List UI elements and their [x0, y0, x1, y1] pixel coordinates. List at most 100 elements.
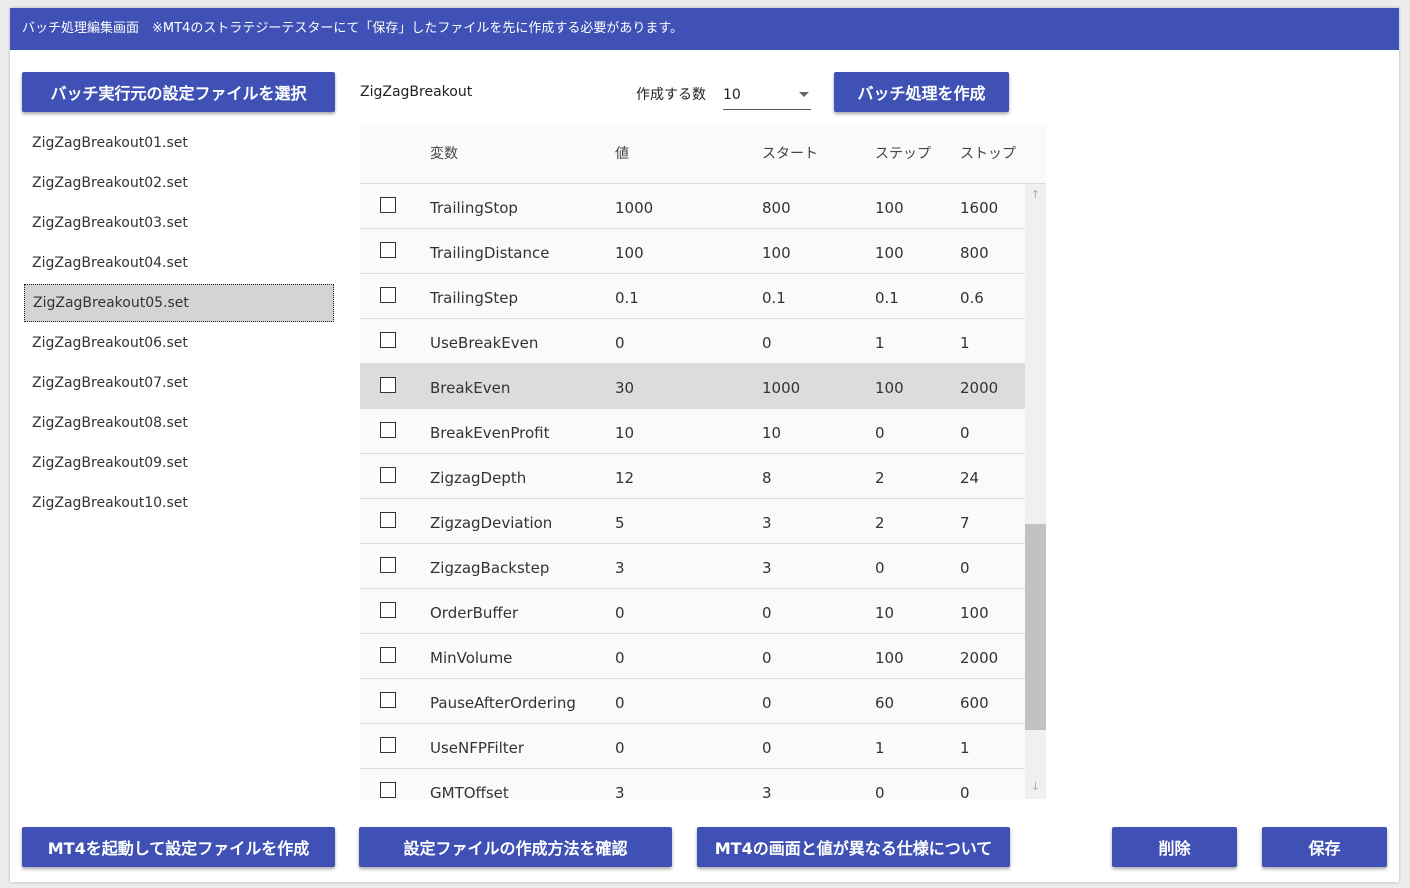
cell-value[interactable]: 12: [615, 454, 634, 502]
arrow-down-icon[interactable]: ↓: [1025, 778, 1046, 796]
cell-value[interactable]: 1000: [615, 184, 653, 232]
arrow-up-icon[interactable]: ↑: [1025, 186, 1046, 204]
cell-value[interactable]: 0: [615, 319, 625, 367]
cell-stop[interactable]: 0: [960, 769, 970, 799]
delete-button[interactable]: 削除: [1112, 827, 1237, 867]
cell-start[interactable]: 100: [762, 229, 791, 277]
cell-step[interactable]: 10: [875, 589, 894, 637]
file-list-item[interactable]: ZigZagBreakout07.set: [24, 364, 334, 402]
cell-step[interactable]: 100: [875, 634, 904, 682]
table-row[interactable]: ZigzagBackstep 3 3 0 0: [360, 544, 1025, 589]
row-checkbox[interactable]: [380, 332, 396, 348]
file-list-item[interactable]: ZigZagBreakout03.set: [24, 204, 334, 242]
spec-info-button[interactable]: MT4の画面と値が異なる仕様について: [697, 827, 1010, 867]
cell-value[interactable]: 30: [615, 364, 634, 412]
cell-start[interactable]: 3: [762, 499, 772, 547]
table-row[interactable]: MinVolume 0 0 100 2000: [360, 634, 1025, 679]
row-checkbox[interactable]: [380, 647, 396, 663]
howto-button[interactable]: 設定ファイルの作成方法を確認: [359, 827, 672, 867]
cell-step[interactable]: 1: [875, 319, 885, 367]
cell-start[interactable]: 0: [762, 319, 772, 367]
cell-value[interactable]: 0: [615, 679, 625, 727]
cell-value[interactable]: 0: [615, 589, 625, 637]
cell-start[interactable]: 3: [762, 544, 772, 592]
row-checkbox[interactable]: [380, 512, 396, 528]
cell-step[interactable]: 0: [875, 769, 885, 799]
cell-stop[interactable]: 600: [960, 679, 989, 727]
cell-step[interactable]: 0: [875, 544, 885, 592]
file-list-item[interactable]: ZigZagBreakout10.set: [24, 484, 334, 522]
table-row[interactable]: TrailingStep 0.1 0.1 0.1 0.6: [360, 274, 1025, 319]
cell-stop[interactable]: 2000: [960, 634, 998, 682]
cell-value[interactable]: 3: [615, 544, 625, 592]
row-checkbox[interactable]: [380, 287, 396, 303]
table-row[interactable]: OrderBuffer 0 0 10 100: [360, 589, 1025, 634]
cell-value[interactable]: 10: [615, 409, 634, 457]
row-checkbox[interactable]: [380, 377, 396, 393]
cell-value[interactable]: 0.1: [615, 274, 639, 322]
cell-value[interactable]: 0: [615, 724, 625, 772]
cell-stop[interactable]: 0.6: [960, 274, 984, 322]
cell-step[interactable]: 100: [875, 184, 904, 232]
cell-start[interactable]: 3: [762, 769, 772, 799]
cell-value[interactable]: 5: [615, 499, 625, 547]
table-row[interactable]: UseBreakEven 0 0 1 1: [360, 319, 1025, 364]
cell-start[interactable]: 10: [762, 409, 781, 457]
row-checkbox[interactable]: [380, 602, 396, 618]
cell-start[interactable]: 0: [762, 589, 772, 637]
cell-start[interactable]: 0: [762, 679, 772, 727]
select-source-file-button[interactable]: バッチ実行元の設定ファイルを選択: [22, 72, 335, 112]
cell-stop[interactable]: 800: [960, 229, 989, 277]
cell-value[interactable]: 0: [615, 634, 625, 682]
row-checkbox[interactable]: [380, 197, 396, 213]
cell-start[interactable]: 0: [762, 634, 772, 682]
launch-mt4-button[interactable]: MT4を起動して設定ファイルを作成: [22, 827, 335, 867]
cell-start[interactable]: 8: [762, 454, 772, 502]
cell-step[interactable]: 0.1: [875, 274, 899, 322]
cell-stop[interactable]: 1: [960, 319, 970, 367]
cell-step[interactable]: 100: [875, 229, 904, 277]
cell-step[interactable]: 100: [875, 364, 904, 412]
file-list-item[interactable]: ZigZagBreakout06.set: [24, 324, 334, 362]
table-row[interactable]: TrailingStop 1000 800 100 1600: [360, 184, 1025, 229]
file-list-item[interactable]: ZigZagBreakout08.set: [24, 404, 334, 442]
row-checkbox[interactable]: [380, 692, 396, 708]
file-list-item[interactable]: ZigZagBreakout02.set: [24, 164, 334, 202]
grid-scrollbar[interactable]: ↑ ↓: [1025, 184, 1046, 799]
cell-step[interactable]: 0: [875, 409, 885, 457]
scrollbar-thumb[interactable]: [1025, 524, 1046, 730]
cell-stop[interactable]: 0: [960, 409, 970, 457]
cell-stop[interactable]: 2000: [960, 364, 998, 412]
row-checkbox[interactable]: [380, 782, 396, 798]
table-row[interactable]: PauseAfterOrdering 0 0 60 600: [360, 679, 1025, 724]
row-checkbox[interactable]: [380, 242, 396, 258]
table-row-hover[interactable]: BreakEven 30 1000 100 2000: [360, 364, 1025, 409]
cell-step[interactable]: 60: [875, 679, 894, 727]
file-list-item[interactable]: ZigZagBreakout01.set: [24, 124, 334, 162]
file-list-item[interactable]: ZigZagBreakout04.set: [24, 244, 334, 282]
cell-stop[interactable]: 1: [960, 724, 970, 772]
cell-step[interactable]: 2: [875, 499, 885, 547]
cell-value[interactable]: 100: [615, 229, 644, 277]
cell-step[interactable]: 1: [875, 724, 885, 772]
row-checkbox[interactable]: [380, 422, 396, 438]
table-row[interactable]: TrailingDistance 100 100 100 800: [360, 229, 1025, 274]
cell-stop[interactable]: 0: [960, 544, 970, 592]
cell-value[interactable]: 3: [615, 769, 625, 799]
cell-start[interactable]: 800: [762, 184, 791, 232]
cell-start[interactable]: 0.1: [762, 274, 786, 322]
file-list-item[interactable]: ZigZagBreakout09.set: [24, 444, 334, 482]
row-checkbox[interactable]: [380, 467, 396, 483]
table-row[interactable]: BreakEvenProfit 10 10 0 0: [360, 409, 1025, 454]
row-checkbox[interactable]: [380, 737, 396, 753]
table-row[interactable]: ZigzagDepth 12 8 2 24: [360, 454, 1025, 499]
cell-start[interactable]: 1000: [762, 364, 800, 412]
cell-stop[interactable]: 7: [960, 499, 970, 547]
table-row[interactable]: ZigzagDeviation 5 3 2 7: [360, 499, 1025, 544]
table-row[interactable]: UseNFPFilter 0 0 1 1: [360, 724, 1025, 769]
count-select[interactable]: 10: [723, 80, 811, 110]
cell-stop[interactable]: 100: [960, 589, 989, 637]
file-list-item-selected[interactable]: ZigZagBreakout05.set: [24, 284, 334, 322]
cell-step[interactable]: 2: [875, 454, 885, 502]
cell-stop[interactable]: 24: [960, 454, 979, 502]
